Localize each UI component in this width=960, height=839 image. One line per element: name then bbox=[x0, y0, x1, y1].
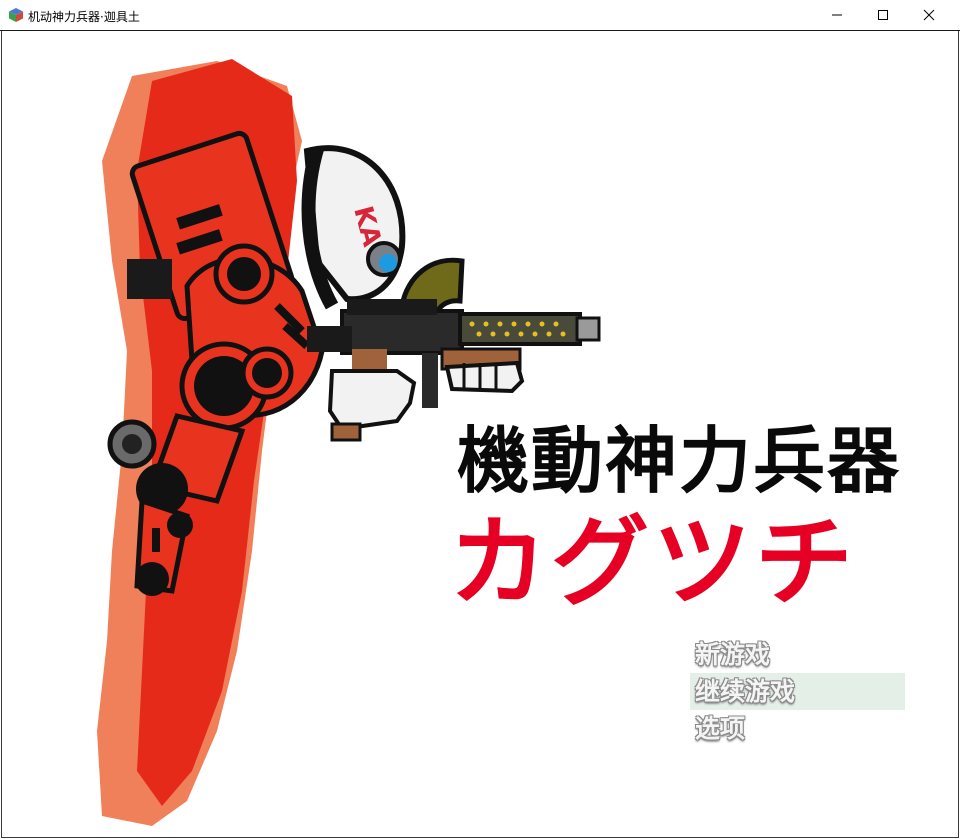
minimize-icon bbox=[832, 14, 842, 16]
game-title-screen[interactable]: KAG 機動神力兵器 カグツチ 新游戏 继续游戏 选项 bbox=[1, 31, 959, 838]
minimize-button[interactable] bbox=[814, 0, 860, 30]
game-logo-kanji: 機動神力兵器 bbox=[457, 419, 902, 503]
menu-options[interactable]: 选项 bbox=[690, 710, 905, 747]
game-logo-kana: カグツチ bbox=[449, 506, 858, 620]
maximize-icon bbox=[878, 10, 888, 20]
mech-helmet: KAG bbox=[301, 145, 406, 310]
close-button[interactable] bbox=[906, 0, 952, 30]
main-menu: 新游戏 继续游戏 选项 bbox=[690, 636, 905, 747]
mech-torso bbox=[179, 243, 325, 431]
app-icon bbox=[9, 8, 23, 22]
maximize-button[interactable] bbox=[860, 0, 906, 30]
window-title: 机动神力兵器·迦具土 bbox=[28, 10, 140, 24]
menu-continue-game[interactable]: 继续游戏 bbox=[690, 673, 905, 710]
menu-new-game[interactable]: 新游戏 bbox=[690, 636, 905, 673]
close-icon bbox=[923, 9, 935, 21]
window-titlebar[interactable]: 机动神力兵器·迦具土 bbox=[0, 0, 960, 31]
